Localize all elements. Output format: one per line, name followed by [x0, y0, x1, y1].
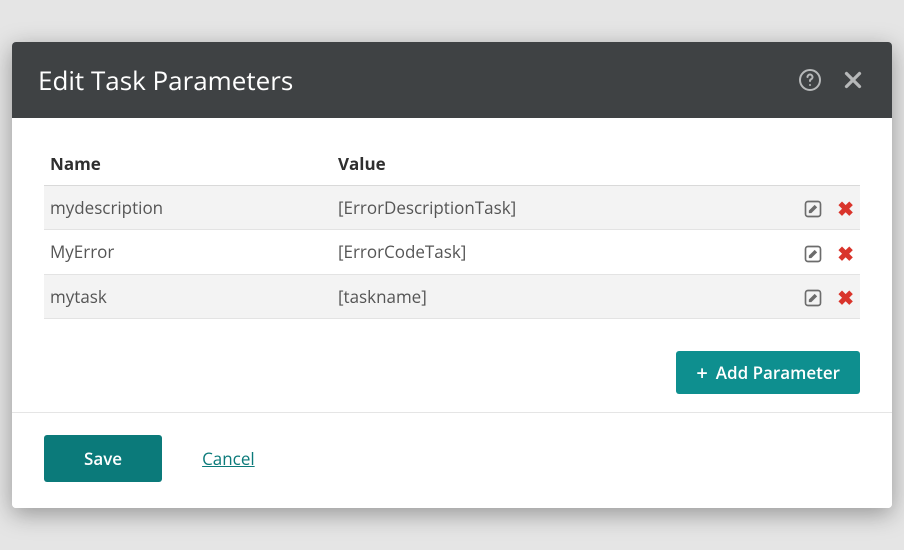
param-name: mytask [44, 274, 332, 318]
delete-icon[interactable]: ✖ [837, 199, 854, 219]
col-header-value: Value [332, 144, 770, 186]
close-icon[interactable] [840, 67, 866, 93]
save-button[interactable]: Save [44, 435, 162, 482]
edit-icon[interactable] [803, 199, 823, 219]
dialog-footer: Save Cancel [12, 412, 892, 508]
table-row: mytask [taskname] ✖ [44, 274, 860, 318]
add-parameter-label: Add Parameter [716, 361, 840, 384]
dialog-header: Edit Task Parameters [12, 42, 892, 118]
delete-icon[interactable]: ✖ [837, 244, 854, 264]
dialog-body: Name Value mydescription [ErrorDescripti… [12, 118, 892, 412]
table-row: MyError [ErrorCodeTask] ✖ [44, 230, 860, 274]
help-icon[interactable] [798, 68, 822, 92]
parameters-table: Name Value mydescription [ErrorDescripti… [44, 144, 860, 319]
edit-icon[interactable] [803, 288, 823, 308]
col-header-actions [770, 144, 860, 186]
delete-icon[interactable]: ✖ [837, 288, 854, 308]
cancel-link[interactable]: Cancel [202, 447, 255, 470]
edit-icon[interactable] [803, 244, 823, 264]
modal-backdrop: Edit Task Parameters Name [0, 0, 904, 550]
param-value: [ErrorDescriptionTask] [332, 185, 770, 229]
param-name: mydescription [44, 185, 332, 229]
param-value: [ErrorCodeTask] [332, 230, 770, 274]
edit-task-parameters-dialog: Edit Task Parameters Name [12, 42, 892, 508]
param-name: MyError [44, 230, 332, 274]
col-header-name: Name [44, 144, 332, 186]
dialog-title: Edit Task Parameters [38, 62, 780, 98]
table-row: mydescription [ErrorDescriptionTask] ✖ [44, 185, 860, 229]
param-value: [taskname] [332, 274, 770, 318]
add-parameter-button[interactable]: + Add Parameter [676, 351, 860, 394]
plus-icon: + [696, 363, 707, 383]
add-parameter-row: + Add Parameter [44, 351, 860, 394]
